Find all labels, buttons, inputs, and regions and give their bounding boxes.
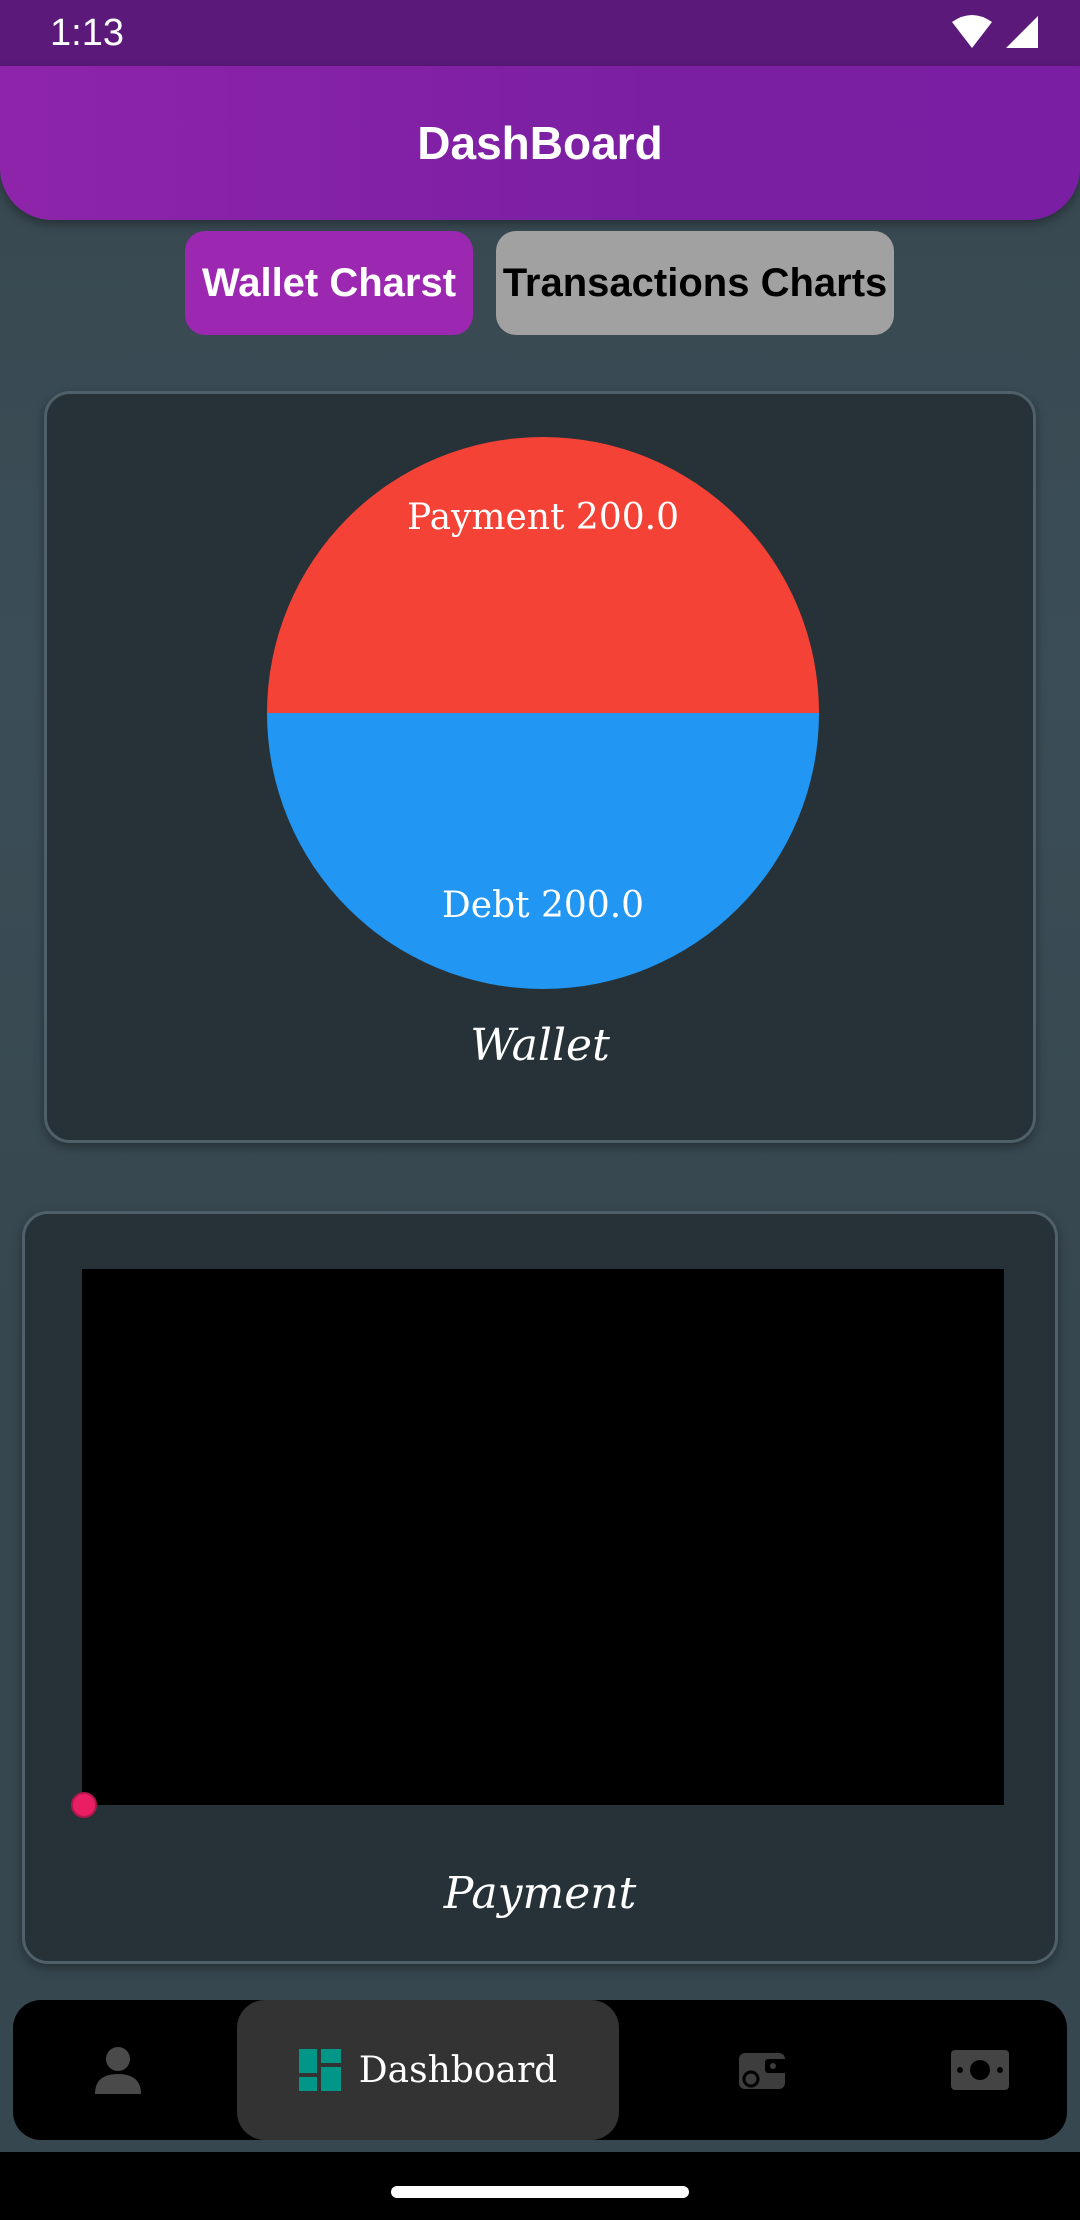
payment-chart-card: Payment <box>22 1211 1058 1964</box>
transactions-charts-button[interactable]: Transactions Charts <box>496 231 894 335</box>
nav-dashboard-label: Dashboard <box>358 2049 558 2091</box>
nav-dashboard[interactable]: Dashboard <box>237 2000 619 2140</box>
home-gesture-handle[interactable] <box>391 2186 689 2198</box>
status-icons <box>952 15 1038 48</box>
nav-money[interactable] <box>893 2000 1067 2140</box>
cellular-signal-icon <box>1006 16 1038 48</box>
wallet-chart-card: Payment 200.0 Debt 200.0 Wallet <box>44 391 1036 1143</box>
pie-slice-payment <box>267 437 819 713</box>
screen: 1:13 DashBoard Wallet Charst Transaction… <box>0 0 1080 2220</box>
status-time: 1:13 <box>50 12 124 54</box>
pie-slice-label-payment: Payment 200.0 <box>406 497 679 538</box>
payment-plot-area <box>82 1269 1004 1805</box>
wallet-pie-chart: Payment 200.0 Debt 200.0 <box>267 437 819 989</box>
nav-wallet[interactable] <box>663 2000 863 2140</box>
person-icon <box>95 2047 141 2094</box>
dashboard-icon <box>298 2049 341 2091</box>
pie-slice-debt <box>267 713 819 989</box>
page-title: DashBoard <box>417 117 663 169</box>
pie-slice-label-debt: Debt 200.0 <box>441 885 645 926</box>
payment-data-point <box>71 1792 97 1818</box>
wallet-chart-caption: Wallet <box>470 1020 610 1071</box>
payment-chart-caption: Payment <box>443 1868 637 1919</box>
app-bar: DashBoard <box>0 66 1080 220</box>
status-bar: 1:13 <box>0 0 1080 66</box>
money-icon <box>951 2050 1009 2090</box>
wifi-icon <box>952 15 992 48</box>
nav-profile[interactable] <box>13 2000 223 2140</box>
wallet-charts-button[interactable]: Wallet Charst <box>185 231 473 335</box>
bottom-navigation: Dashboard <box>13 2000 1067 2140</box>
wallet-icon <box>739 2053 787 2089</box>
